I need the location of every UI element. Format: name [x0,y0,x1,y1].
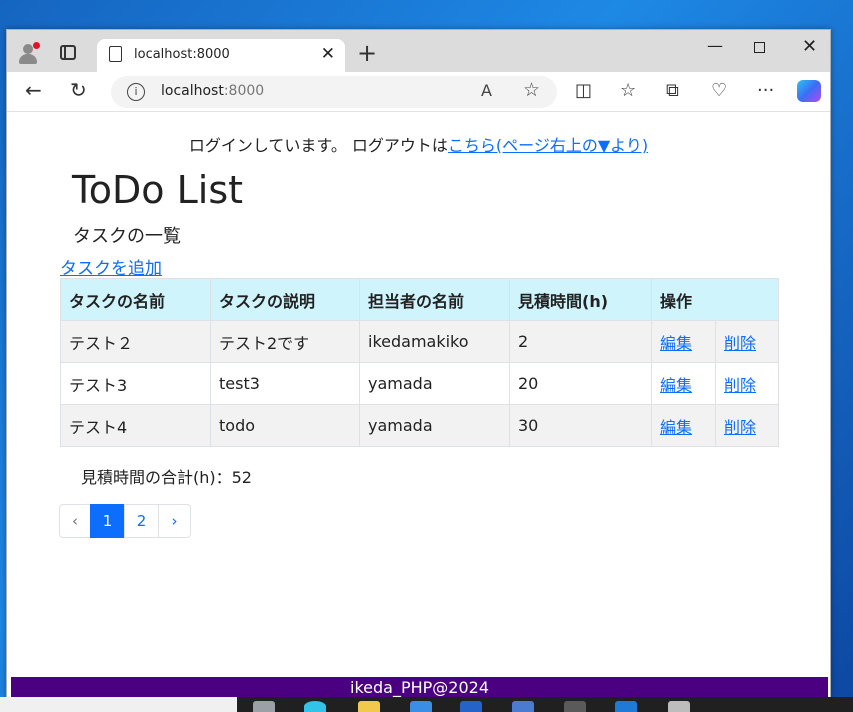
cell-delete: 削除 [715,404,779,447]
url-text[interactable]: localhost:8000 [161,83,264,99]
url-port: :8000 [223,83,265,99]
maximize-icon[interactable] [754,42,765,53]
header-actions: 操作 [651,278,779,321]
pagination-next[interactable]: › [158,504,191,538]
cell-task-name: テスト3 [60,362,211,405]
taskbar-app-icon[interactable] [253,701,275,712]
cell-delete: 削除 [715,362,779,405]
terminal-taskbar-icon[interactable] [564,701,586,712]
new-tab-icon[interactable]: + [357,39,377,67]
document-icon [109,46,122,62]
page-content: ログインしています。 ログアウトはこちら(ページ右上の▼より) ToDo Lis… [7,112,830,698]
cell-estimate: 2 [509,320,652,363]
file-explorer-taskbar-icon[interactable] [358,701,380,712]
header-task-description: タスクの説明 [210,278,360,321]
header-assignee: 担当者の名前 [359,278,510,321]
close-icon[interactable]: ✕ [321,44,335,64]
vscode-taskbar-icon[interactable] [615,701,637,712]
cell-task-description: テスト2です [210,320,360,363]
edge-taskbar-icon[interactable] [304,701,326,712]
edit-link[interactable]: 編集 [660,376,692,395]
cell-estimate: 30 [509,404,652,447]
url-host: localhost [161,83,224,99]
split-screen-icon[interactable]: ◫ [575,80,592,101]
cell-edit: 編集 [651,404,716,447]
info-icon[interactable]: i [127,83,145,101]
browser-window: localhost:8000 ✕ + — ✕ ← ↻ i localhost:8… [6,29,831,698]
store-taskbar-icon[interactable] [410,701,432,712]
table-row: テスト２ テスト2です ikedamakiko 2 編集 削除 [60,320,779,363]
pagination-prev[interactable]: ‹ [59,504,91,538]
cell-task-description: test3 [210,362,360,405]
delete-link[interactable]: 削除 [724,376,756,395]
delete-link[interactable]: 削除 [724,334,756,353]
browser-essentials-icon[interactable]: ♡ [711,80,727,101]
header-task-name: タスクの名前 [60,278,211,321]
cell-edit: 編集 [651,320,716,363]
cell-assignee: yamada [359,362,510,405]
table-row: テスト3 test3 yamada 20 編集 削除 [60,362,779,405]
reload-icon[interactable]: ↻ [70,78,87,102]
pagination: ‹ 1 2 › [59,504,191,538]
tab-actions-icon[interactable] [60,45,76,60]
taskbar-widget-area[interactable] [0,697,237,712]
delete-link[interactable]: 削除 [724,418,756,437]
browser-toolbar: ← ↻ i localhost:8000 A ☆ ◫ ☆ ⧉ ♡ ··· [7,72,830,112]
pagination-page-2[interactable]: 2 [124,504,159,538]
taskbar-app-icon[interactable] [668,701,690,712]
favorite-star-icon[interactable]: ☆ [523,79,540,101]
add-task-link[interactable]: タスクを追加 [60,254,162,279]
cell-assignee: yamada [359,404,510,447]
browser-tab[interactable]: localhost:8000 ✕ [97,39,345,72]
cell-task-name: テスト4 [60,404,211,447]
more-icon[interactable]: ··· [757,80,774,101]
page-title: ToDo List [72,168,244,212]
table-row: テスト4 todo yamada 30 編集 削除 [60,404,779,447]
cell-assignee: ikedamakiko [359,320,510,363]
table-header-row: タスクの名前 タスクの説明 担当者の名前 見積時間(h) 操作 [60,278,779,321]
taskbar-app-icon[interactable] [460,701,482,712]
cell-delete: 削除 [715,320,779,363]
task-table: タスクの名前 タスクの説明 担当者の名前 見積時間(h) 操作 テスト２ テスト… [60,278,779,447]
pagination-page-1[interactable]: 1 [90,504,125,538]
taskbar [0,697,853,712]
cell-estimate: 20 [509,362,652,405]
tab-strip: localhost:8000 ✕ + — ✕ [7,30,830,72]
login-message: ログインしています。 ログアウトはこちら(ページ右上の▼より) [7,132,830,156]
close-window-icon[interactable]: ✕ [802,36,817,57]
cell-task-name: テスト２ [60,320,211,363]
header-estimate: 見積時間(h) [509,278,652,321]
total-estimate: 見積時間の合計(h)：52 [81,468,252,487]
copilot-icon[interactable] [797,80,821,102]
profile-icon[interactable] [17,42,40,64]
tab-title: localhost:8000 [134,47,230,62]
address-bar[interactable]: i localhost:8000 A ☆ [111,76,557,108]
page-subtitle: タスクの一覧 [73,226,181,247]
edit-link[interactable]: 編集 [660,334,692,353]
back-icon[interactable]: ← [25,78,42,102]
edit-link[interactable]: 編集 [660,418,692,437]
cell-edit: 編集 [651,362,716,405]
minimize-icon[interactable]: — [707,36,723,55]
page-footer: ikeda_PHP@2024 [11,677,828,698]
taskbar-app-icon[interactable] [512,701,534,712]
logout-link[interactable]: こちら(ページ右上の▼より) [448,136,648,155]
cell-task-description: todo [210,404,360,447]
read-aloud-icon[interactable]: A [481,81,492,100]
favorites-icon[interactable]: ☆ [620,80,636,101]
login-text: ログインしています。 ログアウトは [188,136,448,155]
collections-icon[interactable]: ⧉ [666,80,679,101]
